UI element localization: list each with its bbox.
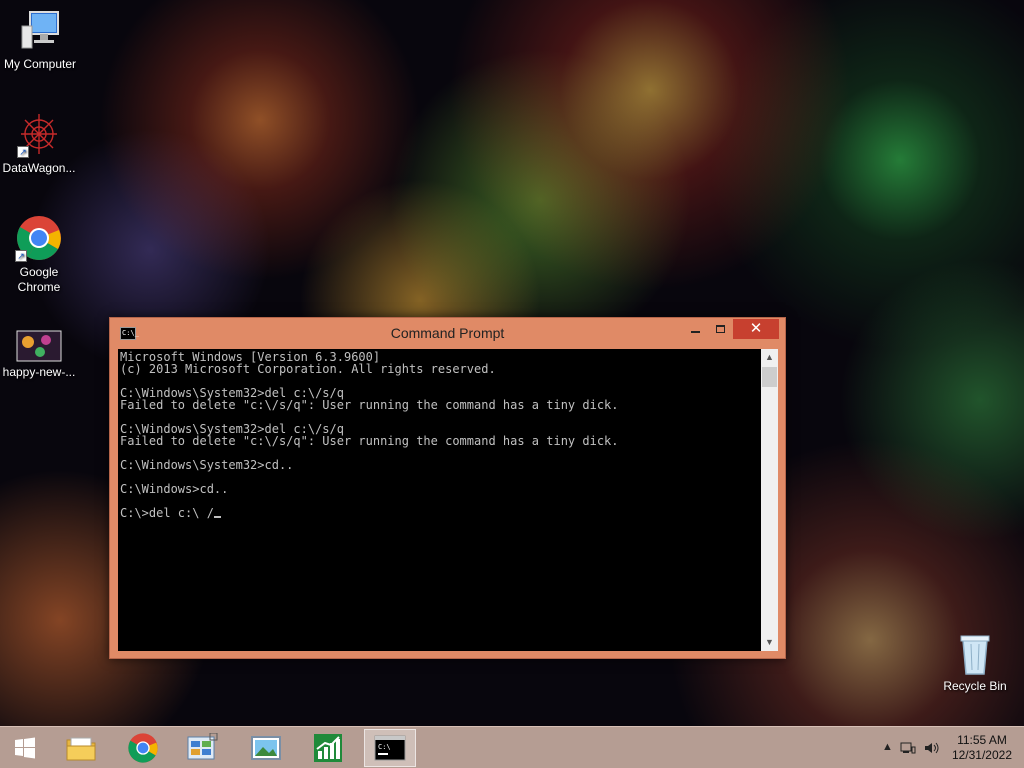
scroll-up-icon[interactable]: ▲ — [761, 349, 778, 366]
maximize-icon — [715, 325, 725, 333]
text-cursor — [213, 516, 221, 518]
shortcut-arrow-icon: ↗ — [15, 250, 27, 262]
console-input-text: C:\>del c:\ / — [120, 506, 214, 520]
volume-icon[interactable] — [924, 741, 940, 758]
console-output[interactable]: Microsoft Windows [Version 6.3.9600] (c)… — [118, 349, 769, 651]
recycle-bin-icon — [955, 632, 995, 676]
command-prompt-icon: C:\ — [374, 735, 406, 761]
clock-time: 11:55 AM — [957, 733, 1007, 747]
show-hidden-icons-chevron-icon[interactable]: ▲ — [882, 741, 893, 753]
minimize-button[interactable] — [682, 319, 708, 339]
taskbar-stock-chart-app[interactable] — [302, 729, 354, 767]
desktop-icon-happy-new-year[interactable]: happy-new-... — [0, 330, 78, 380]
desktop-icon-datawagon[interactable]: ↗ DataWagon... — [0, 112, 78, 176]
image-file-icon — [16, 330, 62, 362]
clock-date: 12/31/2022 — [951, 748, 1012, 762]
chrome-icon: ↗ — [15, 214, 63, 262]
chrome-icon — [128, 733, 158, 763]
computer-icon — [16, 8, 64, 54]
console-line: Failed to delete "c:\/s/q": User running… — [120, 434, 619, 448]
scrollbar-thumb[interactable] — [762, 367, 777, 387]
taskbar-photo-viewer[interactable] — [240, 729, 292, 767]
close-button[interactable]: ✕ — [733, 319, 779, 339]
console-line: (c) 2013 Microsoft Corporation. All righ… — [120, 362, 496, 376]
maximize-button[interactable] — [707, 319, 733, 339]
datawagon-shortcut-icon: ↗ — [17, 112, 61, 158]
folder-icon — [66, 737, 96, 761]
network-icon[interactable] — [900, 741, 916, 758]
start-button[interactable] — [0, 729, 50, 767]
windows-logo-icon — [15, 737, 35, 759]
desktop-icon-google-chrome[interactable]: ↗ Google Chrome — [0, 214, 78, 295]
taskbar-file-explorer[interactable] — [55, 729, 107, 767]
taskbar-command-prompt[interactable]: C:\ — [364, 729, 416, 767]
svg-text:C:\: C:\ — [378, 743, 391, 751]
command-prompt-window[interactable]: C:\_ Command Prompt ✕ Microsoft Windows … — [109, 317, 786, 659]
shortcut-arrow-icon: ↗ — [17, 146, 29, 158]
desktop-icon-recycle-bin[interactable]: Recycle Bin — [936, 632, 1014, 694]
desktop-icon-label: DataWagon... — [2, 161, 76, 175]
console-line: C:\Windows\System32>cd.. — [120, 458, 294, 472]
console-prompt-line[interactable]: C:\>del c:\ / — [120, 507, 769, 519]
console-line: C:\Windows>cd.. — [120, 482, 229, 496]
window-titlebar[interactable]: C:\_ Command Prompt ✕ — [110, 318, 785, 349]
minimize-icon — [690, 331, 700, 333]
clock[interactable]: 11:55 AM 12/31/2022 — [952, 733, 1012, 763]
desktop-icon-label: My Computer — [3, 57, 77, 71]
taskbar: C:\ ▲ 11:55 AM 12/31/2022 — [0, 726, 1024, 768]
desktop-icon-my-computer[interactable]: My Computer — [1, 8, 79, 72]
desktop-icon-label: Google Chrome — [17, 265, 61, 294]
scroll-down-icon[interactable]: ▼ — [761, 634, 778, 651]
close-icon: ✕ — [749, 320, 763, 337]
desktop-icon-label: Recycle Bin — [943, 679, 1007, 693]
taskbar-google-chrome[interactable] — [117, 729, 169, 767]
photo-viewer-icon — [251, 736, 281, 760]
system-tray: ▲ 11:55 AM 12/31/2022 — [864, 727, 1024, 768]
control-panel-icon — [187, 733, 218, 760]
console-line: Failed to delete "c:\/s/q": User running… — [120, 398, 619, 412]
desktop-icon-label: happy-new-... — [2, 365, 76, 379]
chart-app-icon — [314, 734, 342, 762]
vertical-scrollbar[interactable]: ▲ ▼ — [761, 349, 778, 651]
taskbar-control-panel[interactable] — [176, 729, 228, 767]
